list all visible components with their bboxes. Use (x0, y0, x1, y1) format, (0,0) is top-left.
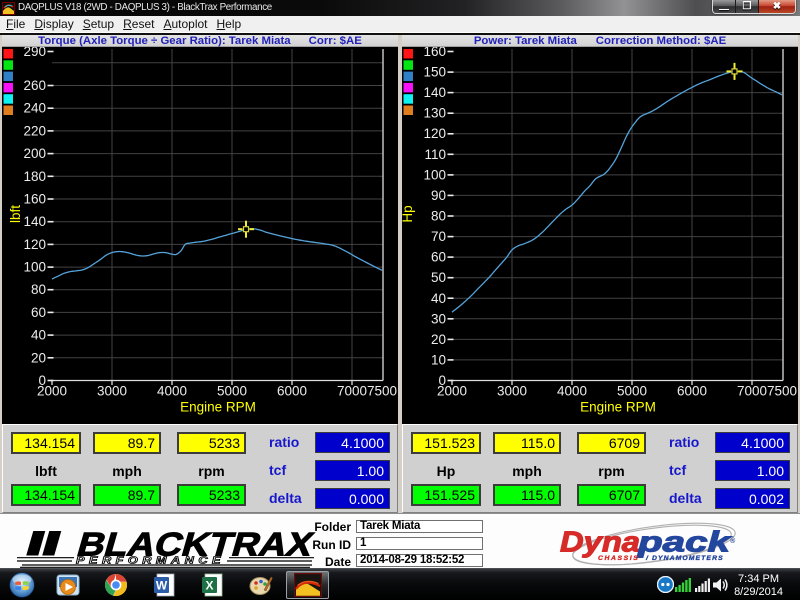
svg-text:100: 100 (23, 260, 46, 275)
svg-text:290: 290 (23, 47, 46, 59)
svg-text:7500: 7500 (767, 384, 797, 399)
svg-text:70: 70 (431, 229, 446, 244)
svg-text:Dyna: Dyna (560, 527, 640, 559)
svg-text:lbft: lbft (8, 205, 23, 223)
svg-text:Engine RPM: Engine RPM (180, 400, 256, 415)
svg-text:4000: 4000 (557, 384, 587, 399)
svg-text:5000: 5000 (617, 384, 647, 399)
svg-text:160: 160 (23, 192, 46, 207)
svg-text:10: 10 (431, 352, 446, 367)
svg-text:80: 80 (31, 282, 46, 297)
svg-text:6000: 6000 (677, 384, 707, 399)
svg-text:220: 220 (23, 123, 46, 138)
svg-text:110: 110 (424, 147, 446, 162)
svg-text:240: 240 (23, 101, 46, 116)
svg-text:140: 140 (423, 85, 446, 100)
svg-text:Hp: Hp (402, 205, 415, 222)
svg-text:0: 0 (438, 373, 446, 388)
svg-text:7000: 7000 (737, 384, 767, 399)
svg-text:3000: 3000 (97, 384, 127, 399)
svg-text:40: 40 (31, 328, 46, 343)
svg-text:260: 260 (23, 78, 46, 93)
svg-text:160: 160 (423, 47, 446, 59)
svg-text:®: ® (730, 537, 736, 545)
svg-text:CHASSIS: CHASSIS (598, 555, 639, 562)
svg-text:7500: 7500 (367, 384, 397, 399)
svg-text:5000: 5000 (217, 384, 247, 399)
svg-text:60: 60 (31, 305, 46, 320)
svg-text:100: 100 (423, 167, 446, 182)
svg-text:20: 20 (431, 332, 446, 347)
svg-text:200: 200 (23, 146, 46, 161)
svg-text:120: 120 (423, 126, 446, 141)
svg-text:X: X (205, 579, 213, 593)
svg-text:0: 0 (38, 373, 46, 388)
svg-text:20: 20 (31, 350, 46, 365)
svg-text:7000: 7000 (337, 384, 367, 399)
svg-text:4000: 4000 (157, 384, 187, 399)
svg-text:80: 80 (431, 209, 446, 224)
svg-text:150: 150 (423, 65, 446, 80)
svg-text:120: 120 (23, 237, 46, 252)
svg-text:90: 90 (431, 188, 446, 203)
svg-text:180: 180 (23, 169, 46, 184)
svg-text:PERFORMANCE: PERFORMANCE (76, 556, 225, 567)
svg-text:/ DYNAMOMETERS: / DYNAMOMETERS (645, 555, 724, 562)
svg-text:130: 130 (423, 106, 446, 121)
svg-text:40: 40 (431, 291, 446, 306)
svg-text:140: 140 (23, 214, 46, 229)
svg-text:30: 30 (431, 311, 446, 326)
svg-text:pack: pack (637, 527, 733, 559)
svg-text:3000: 3000 (497, 384, 527, 399)
svg-text:50: 50 (431, 270, 446, 285)
svg-text:Engine RPM: Engine RPM (580, 400, 656, 415)
svg-text:W: W (156, 579, 168, 593)
svg-text:6000: 6000 (277, 384, 307, 399)
svg-text:60: 60 (431, 250, 446, 265)
